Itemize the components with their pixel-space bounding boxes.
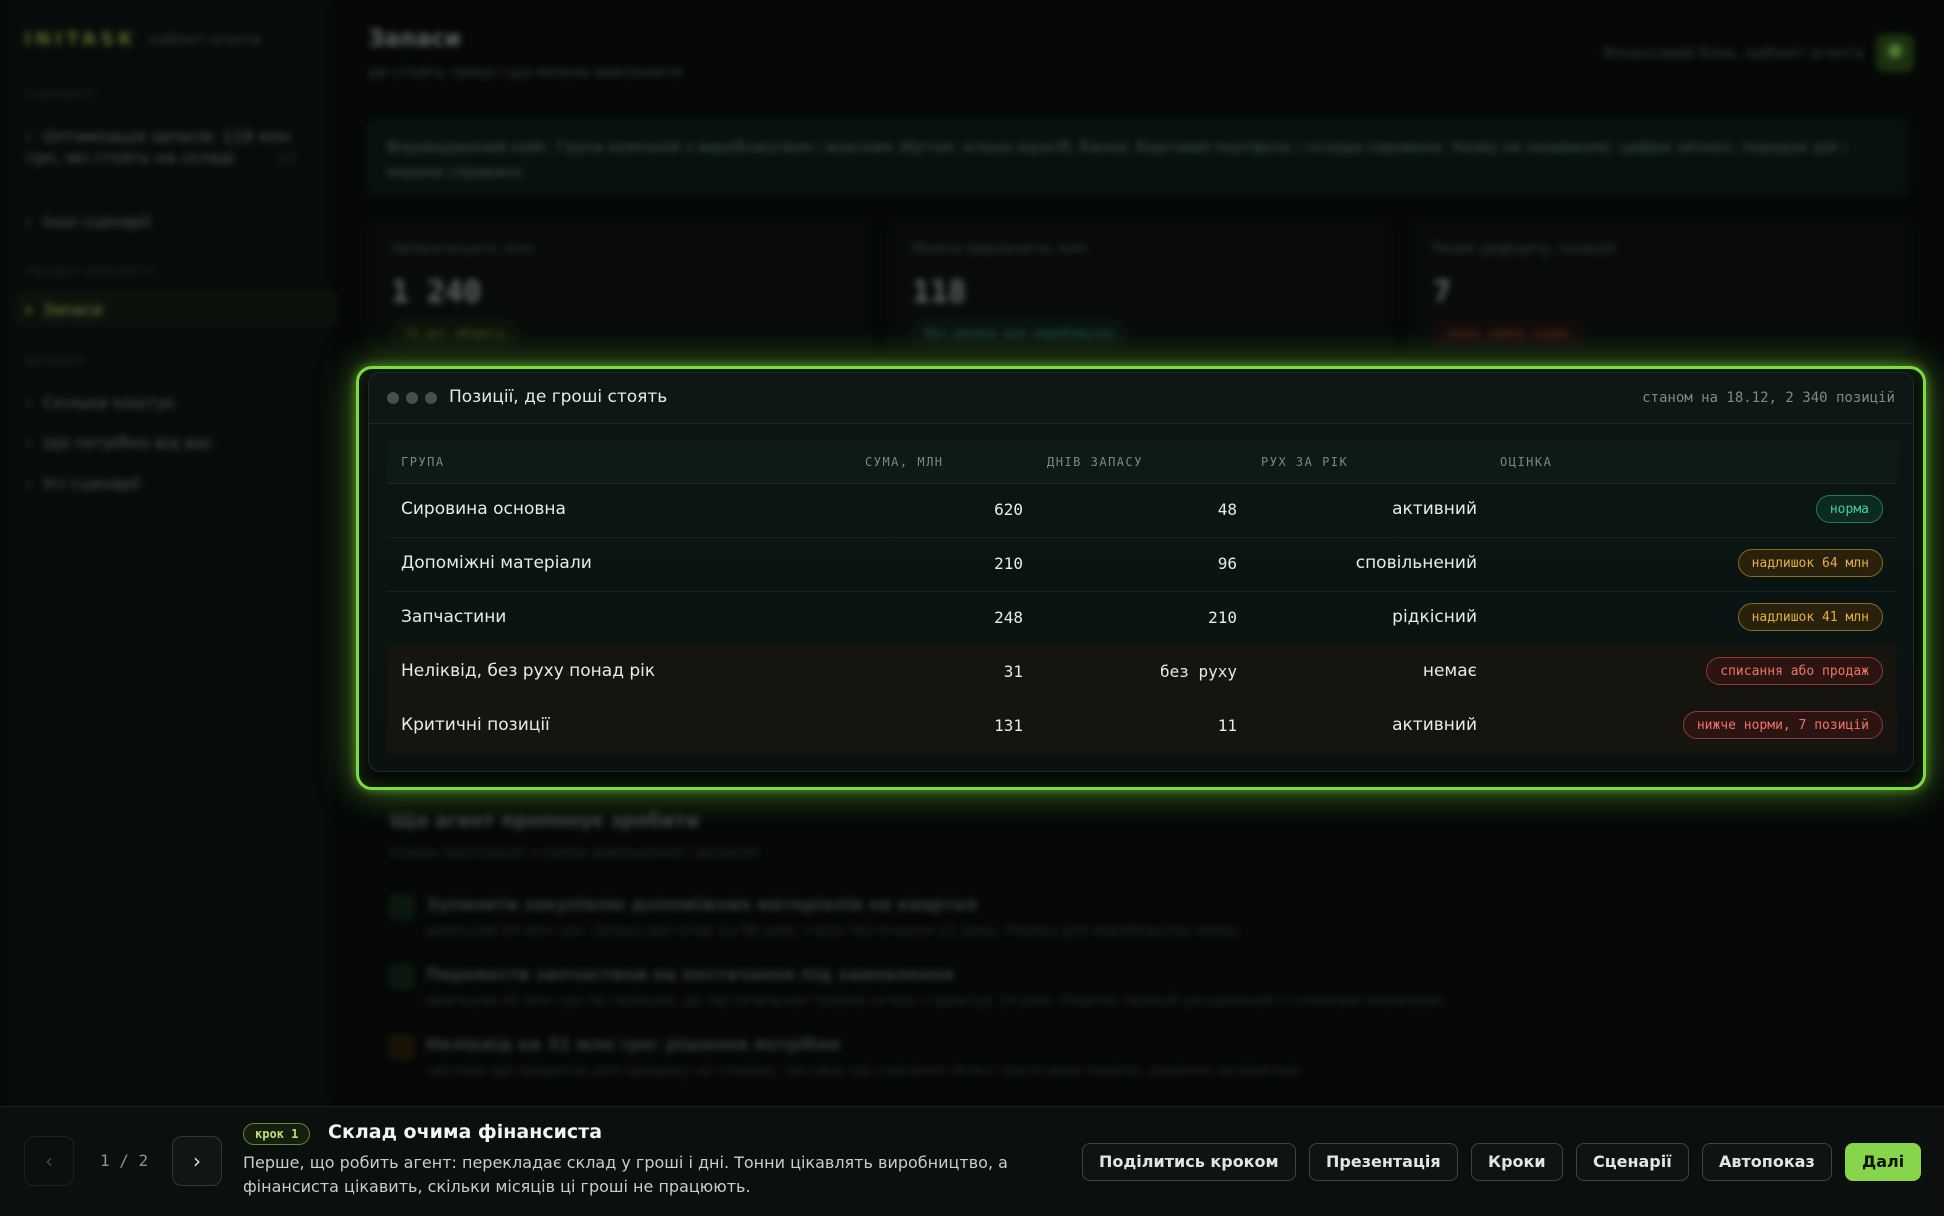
cell-days: 11 <box>1217 716 1237 735</box>
cell-group: Запчастини <box>401 607 507 627</box>
stock-positions-card: Позиції, де гроші стоять станом на 18.12… <box>368 372 1914 772</box>
tour-bar: ‹ 1 / 2 › крок 1 Склад очима фінансиста … <box>0 1106 1944 1216</box>
cell-movement: активний <box>1392 499 1477 519</box>
card-title: Позиції, де гроші стоять <box>449 387 668 407</box>
cell-group: Допоміжні матеріали <box>401 553 592 573</box>
cell-sum: 248 <box>994 608 1023 627</box>
cell-movement: сповільнений <box>1355 553 1477 573</box>
next-step-arrow-button[interactable]: › <box>172 1136 222 1186</box>
cell-days: 210 <box>1208 608 1237 627</box>
window-dot-icon <box>425 392 437 404</box>
status-badge: норма <box>1815 495 1883 523</box>
table-header: ГРУПА СУМА, МЛН ДНІВ ЗАПАСУ РУХ ЗА РІК О… <box>387 441 1897 484</box>
step-title: Склад очима фінансиста <box>328 1121 603 1143</box>
chevron-left-icon: ‹ <box>45 1149 53 1173</box>
next-button[interactable]: Далі <box>1845 1143 1922 1181</box>
cell-group: Сировина основна <box>401 499 566 519</box>
cell-sum: 210 <box>994 554 1023 573</box>
col-days: ДНІВ ЗАПАСУ <box>1047 455 1143 469</box>
status-badge: списання або продаж <box>1706 657 1883 685</box>
status-badge: надлишок 41 млн <box>1737 603 1883 631</box>
prev-step-button[interactable]: ‹ <box>24 1136 74 1186</box>
cell-movement: рідкісний <box>1392 607 1477 627</box>
cell-days: без руху <box>1159 662 1237 681</box>
scenarios-button[interactable]: Сценарії <box>1576 1143 1689 1181</box>
card-header: Позиції, де гроші стоять станом на 18.12… <box>369 373 1913 424</box>
cell-days: 96 <box>1217 554 1237 573</box>
step-description: Перше, що робить агент: перекладає склад… <box>243 1153 1008 1196</box>
card-meta: станом на 18.12, 2 340 позицій <box>1642 390 1895 406</box>
cell-group: Критичні позиції <box>401 715 550 735</box>
cell-movement: активний <box>1392 715 1477 735</box>
table-row[interactable]: Сировина основна 620 48 активний норма <box>387 483 1897 538</box>
cell-days: 48 <box>1217 500 1237 519</box>
table-row[interactable]: Критичні позиції 131 11 активний нижче н… <box>387 699 1897 753</box>
col-sum: СУМА, МЛН <box>865 455 944 469</box>
cell-movement: немає <box>1422 661 1477 681</box>
col-assessment: ОЦІНКА <box>1500 455 1553 469</box>
status-badge: нижче норми, 7 позицій <box>1682 711 1883 739</box>
table-row[interactable]: Допоміжні матеріали 210 96 сповільнений … <box>387 537 1897 592</box>
presentation-button[interactable]: Презентація <box>1309 1143 1458 1181</box>
cell-sum: 620 <box>994 500 1023 519</box>
table-row[interactable]: Запчастини 248 210 рідкісний надлишок 41… <box>387 591 1897 646</box>
step-pager: 1 / 2 <box>100 1151 149 1170</box>
cell-group: Неліквід, без руху понад рік <box>401 661 656 681</box>
share-step-button[interactable]: Поділитись кроком <box>1082 1143 1296 1181</box>
window-dot-icon <box>387 392 399 404</box>
col-movement: РУХ ЗА РІК <box>1261 455 1349 469</box>
cell-sum: 131 <box>994 716 1023 735</box>
table-row[interactable]: Неліквід, без руху понад рік 31 без руху… <box>387 645 1897 700</box>
steps-button[interactable]: Кроки <box>1471 1143 1563 1181</box>
autoplay-button[interactable]: Автопоказ <box>1702 1143 1832 1181</box>
window-dot-icon <box>406 392 418 404</box>
status-badge: надлишок 64 млн <box>1737 549 1883 577</box>
chevron-right-icon: › <box>193 1149 201 1173</box>
cell-sum: 31 <box>1003 662 1023 681</box>
step-badge: крок 1 <box>243 1123 311 1145</box>
col-group: ГРУПА <box>401 455 445 469</box>
